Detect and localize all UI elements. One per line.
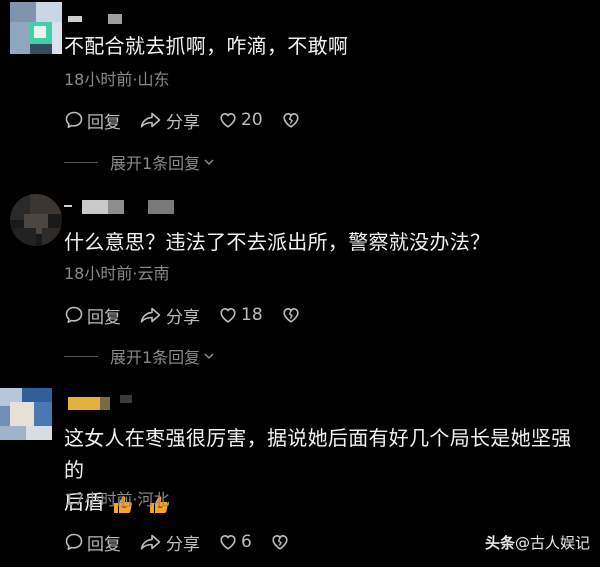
reply-label: 回复	[87, 307, 121, 328]
like-count: 18	[241, 305, 263, 325]
share-label: 分享	[166, 112, 200, 133]
comment-text: 不配合就去抓啊，咋滴，不敢啊	[64, 34, 349, 58]
comment-actions: 回复 分享 20	[64, 108, 319, 133]
broken-heart-icon	[283, 113, 299, 128]
watermark-brand: 头条	[484, 534, 515, 552]
reply-label: 回复	[87, 534, 121, 555]
watermark-handle: @古人娱记	[514, 534, 590, 552]
comment-bubble-icon	[65, 306, 83, 323]
comment-text: 什么意思？违法了不去派出所，警察就没办法？	[64, 230, 491, 254]
share-button[interactable]: 分享	[139, 108, 200, 133]
chevron-down-icon	[204, 353, 214, 360]
share-button[interactable]: 分享	[139, 303, 200, 328]
share-label: 分享	[166, 534, 200, 555]
comment-text-line-1: 这女人在枣强很厉害，据说她后面有好几个局长是她坚强的	[64, 426, 572, 482]
avatar[interactable]	[10, 194, 62, 246]
dislike-button[interactable]	[270, 532, 290, 552]
reply-button[interactable]: 回复	[64, 303, 121, 328]
expand-label: 展开1条回复	[110, 154, 201, 173]
comment-meta: 17小时前·河北	[64, 490, 170, 509]
heart-icon	[220, 113, 236, 128]
reply-label: 回复	[87, 112, 121, 133]
share-arrow-icon	[140, 112, 161, 128]
comment-meta: 18小时前·山东	[64, 70, 170, 89]
like-count: 20	[241, 110, 263, 130]
comment-actions: 回复 分享 18	[64, 303, 319, 328]
share-arrow-icon	[140, 534, 161, 550]
heart-icon	[220, 308, 236, 323]
avatar[interactable]	[0, 388, 52, 440]
like-button[interactable]: 20	[218, 110, 263, 130]
heart-icon	[220, 535, 236, 550]
comment-meta: 18小时前·云南	[64, 264, 170, 283]
share-arrow-icon	[140, 307, 161, 323]
broken-heart-icon	[272, 535, 288, 550]
comment-actions: 回复 分享 6	[64, 530, 308, 555]
comment-bubble-icon	[65, 533, 83, 550]
like-button[interactable]: 18	[218, 305, 263, 325]
share-label: 分享	[166, 307, 200, 328]
reply-button[interactable]: 回复	[64, 530, 121, 555]
like-button[interactable]: 6	[218, 532, 252, 552]
chevron-down-icon	[204, 159, 214, 166]
expand-replies-button[interactable]: 展开1条回复	[64, 346, 216, 367]
divider	[64, 355, 98, 357]
like-count: 6	[241, 532, 252, 552]
dislike-button[interactable]	[281, 110, 301, 130]
broken-heart-icon	[283, 308, 299, 323]
avatar[interactable]	[10, 2, 62, 54]
share-button[interactable]: 分享	[139, 530, 200, 555]
reply-button[interactable]: 回复	[64, 108, 121, 133]
expand-label: 展开1条回复	[110, 348, 201, 367]
expand-replies-button[interactable]: 展开1条回复	[64, 152, 216, 173]
dislike-button[interactable]	[281, 305, 301, 325]
comment-bubble-icon	[65, 111, 83, 128]
divider	[64, 161, 98, 163]
watermark: 头条@古人娱记	[485, 532, 590, 553]
